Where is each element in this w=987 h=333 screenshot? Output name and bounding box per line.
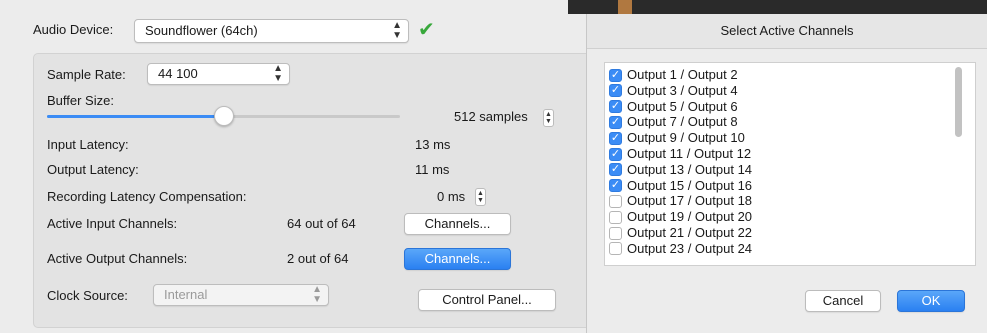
input-latency-value: 13 ms — [415, 137, 451, 152]
channel-label: Output 9 / Output 10 — [627, 130, 745, 146]
channel-checkbox[interactable]: ✓ — [609, 179, 622, 193]
channel-row[interactable]: ✓ Output 7 / Output 8 — [609, 114, 738, 130]
active-input-channels-value: 64 out of 64 — [287, 216, 356, 231]
channel-checkbox[interactable] — [609, 242, 622, 256]
output-channels-button[interactable]: Channels... — [404, 248, 511, 270]
active-input-channels-label: Active Input Channels: — [47, 216, 178, 231]
buffer-size-stepper[interactable]: ▲ ▼ — [543, 109, 554, 127]
channel-checkbox[interactable]: ✓ — [609, 68, 622, 82]
channel-row[interactable]: ✓ Output 11 / Output 12 — [609, 146, 751, 162]
clock-source-value: Internal — [164, 287, 208, 302]
channel-row[interactable]: ✓ Output 3 / Output 4 — [609, 83, 738, 99]
channel-label: Output 23 / Output 24 — [627, 240, 753, 256]
input-latency-label: Input Latency: — [47, 137, 129, 152]
channel-row[interactable]: ✓ Output 13 / Output 14 — [609, 162, 752, 178]
channel-label: Output 19 / Output 20 — [627, 209, 753, 225]
channel-row[interactable]: ✓ Output 1 / Output 2 — [609, 67, 738, 83]
list-scrollbar[interactable] — [955, 67, 962, 137]
channel-row[interactable]: Output 19 / Output 20 — [609, 209, 752, 225]
clock-source-label: Clock Source: — [47, 288, 128, 303]
buffer-size-value: 512 samples — [454, 109, 528, 124]
output-latency-label: Output Latency: — [47, 162, 139, 177]
ok-button[interactable]: OK — [897, 290, 965, 312]
cancel-button[interactable]: Cancel — [805, 290, 881, 312]
input-channels-button[interactable]: Channels... — [404, 213, 511, 235]
channel-checkbox[interactable] — [609, 194, 622, 208]
buffer-size-slider-knob[interactable] — [213, 106, 234, 126]
background-photo — [568, 0, 987, 14]
output-latency-value: 11 ms — [415, 162, 450, 177]
channel-checkbox[interactable] — [609, 226, 622, 240]
channel-label: Output 7 / Output 8 — [627, 114, 738, 130]
sample-rate-popup[interactable]: 44 100 ▲ ▼ — [147, 63, 290, 85]
channel-label: Output 15 / Output 16 — [627, 177, 753, 193]
buffer-size-slider-fill — [47, 115, 224, 118]
audio-device-value: Soundflower (64ch) — [145, 23, 258, 38]
channel-label: Output 17 / Output 18 — [627, 193, 753, 209]
recording-latency-compensation-label: Recording Latency Compensation: — [47, 189, 247, 204]
clock-source-popup: Internal ▲ ▼ — [153, 284, 329, 306]
audio-device-label: Audio Device: — [33, 22, 114, 37]
channel-row[interactable]: ✓ Output 15 / Output 16 — [609, 178, 752, 194]
channel-checkbox[interactable]: ✓ — [609, 115, 622, 129]
channel-row[interactable]: Output 21 / Output 22 — [609, 225, 752, 241]
channel-row[interactable]: ✓ Output 5 / Output 6 — [609, 99, 738, 115]
channel-row[interactable]: Output 23 / Output 24 — [609, 241, 752, 257]
channel-checkbox[interactable]: ✓ — [609, 163, 622, 177]
channel-label: Output 1 / Output 2 — [627, 67, 738, 82]
channel-checkbox[interactable]: ✓ — [609, 131, 622, 145]
control-panel-button[interactable]: Control Panel... — [418, 289, 556, 311]
recording-latency-compensation-value: 0 ms — [437, 189, 466, 204]
channel-label: Output 21 / Output 22 — [627, 225, 753, 240]
channel-label: Output 13 / Output 14 — [627, 161, 753, 177]
chevron-updown-icon: ▲ ▼ — [312, 284, 322, 305]
active-output-channels-value: 2 out of 64 — [287, 251, 349, 266]
dialog-title: Select Active Channels — [587, 14, 987, 49]
channel-label: Output 3 / Output 4 — [627, 82, 738, 98]
channel-row[interactable]: Output 17 / Output 18 — [609, 193, 752, 209]
channel-list[interactable]: ✓ Output 1 / Output 2 ✓ Output 3 / Output 4… — [604, 62, 976, 266]
channel-checkbox[interactable]: ✓ — [609, 84, 622, 98]
sample-rate-label: Sample Rate: — [47, 67, 126, 82]
channel-label: Output 5 / Output 6 — [627, 98, 738, 114]
chevron-updown-icon: ▲ ▼ — [273, 63, 283, 84]
buffer-size-label: Buffer Size: — [47, 93, 114, 108]
channel-label: Output 11 / Output 12 — [627, 146, 752, 161]
checkmark-status-icon: ✔ — [418, 19, 435, 41]
channel-checkbox[interactable] — [609, 210, 622, 224]
channel-row[interactable]: ✓ Output 9 / Output 10 — [609, 130, 745, 146]
channel-checkbox[interactable]: ✓ — [609, 147, 622, 161]
audio-device-popup[interactable]: Soundflower (64ch) ▲ ▼ — [134, 19, 409, 43]
channel-checkbox[interactable]: ✓ — [609, 100, 622, 114]
recording-latency-stepper[interactable]: ▲ ▼ — [475, 188, 486, 206]
active-output-channels-label: Active Output Channels: — [47, 251, 188, 266]
chevron-updown-icon: ▲ ▼ — [392, 20, 402, 41]
sample-rate-value: 44 100 — [158, 66, 198, 81]
